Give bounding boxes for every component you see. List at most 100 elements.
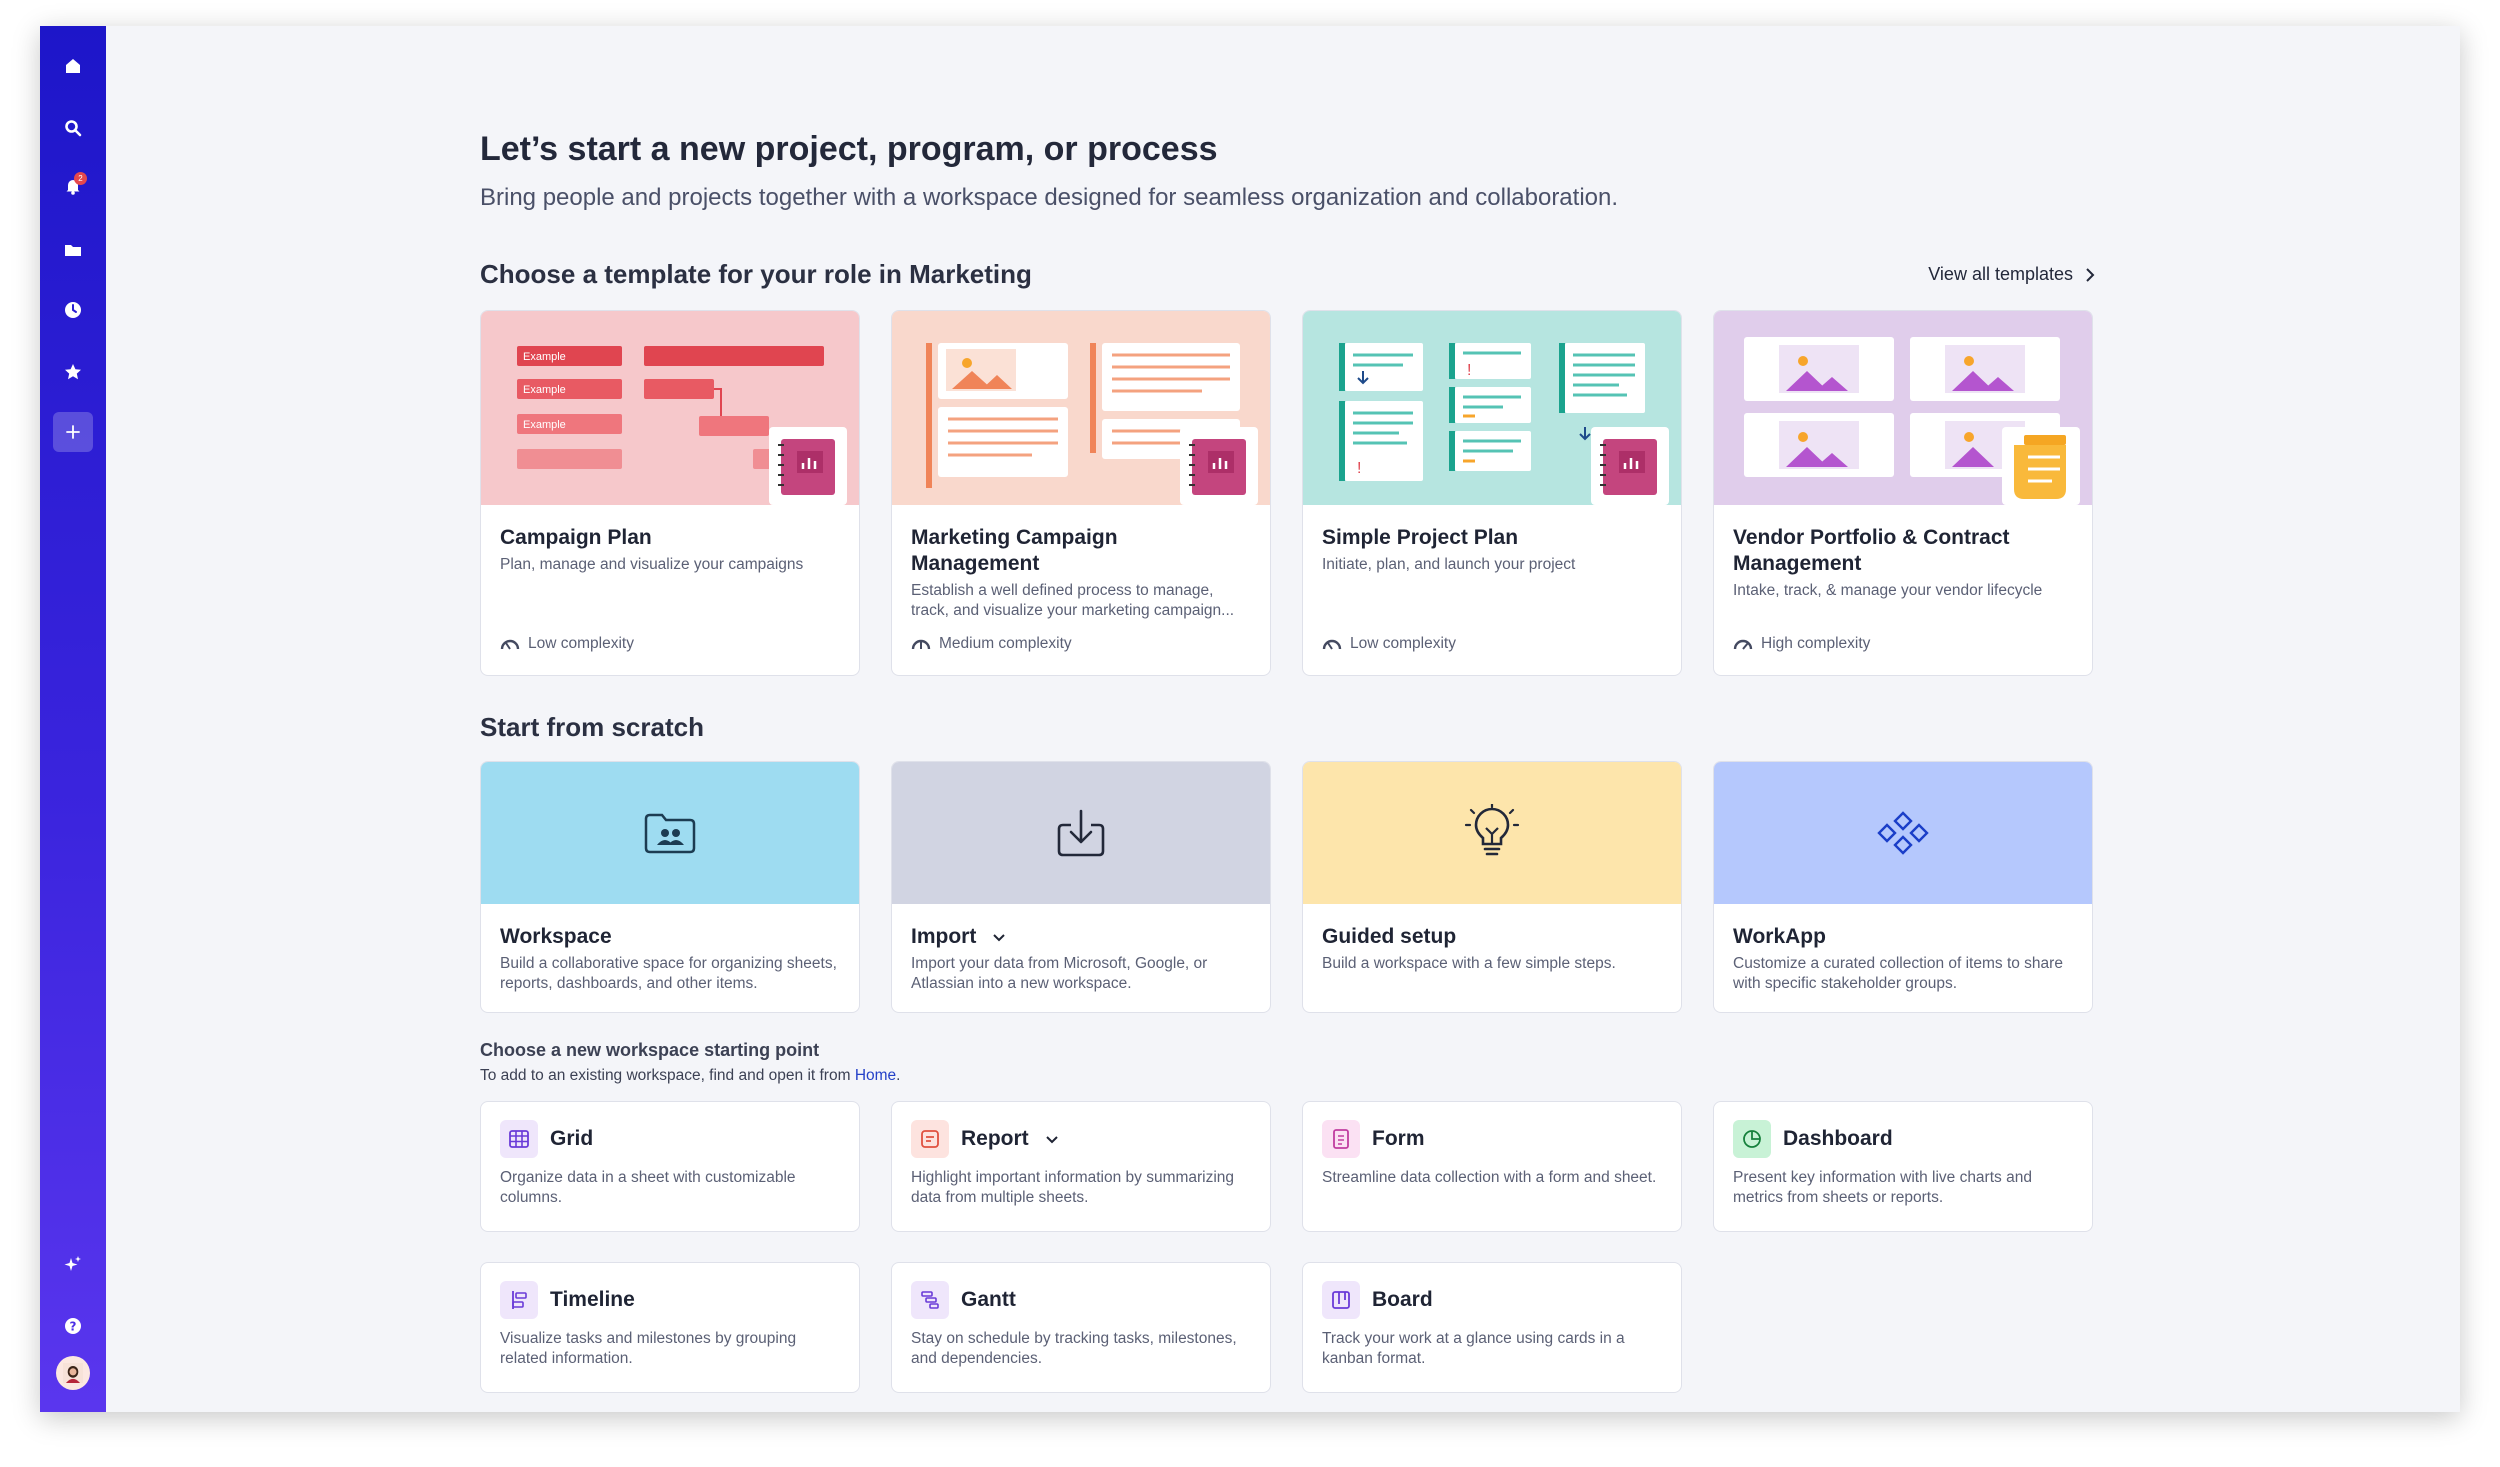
gauge-icon (1733, 639, 1753, 650)
view-all-templates-label: View all templates (1928, 264, 2073, 284)
starting-point-desc: Organize data in a sheet with customizab… (500, 1169, 796, 1206)
marketing-campaign-illustration (892, 311, 1270, 505)
view-all-templates-link[interactable]: View all templates (1928, 264, 2095, 285)
template-desc: Initiate, plan, and launch your project (1322, 556, 1576, 573)
starting-point-grid[interactable]: Grid Organize data in a sheet with custo… (480, 1101, 860, 1232)
notifications-button[interactable]: 2 (57, 170, 89, 202)
starting-point-desc: Visualize tasks and milestones by groupi… (500, 1330, 797, 1367)
template-desc: Establish a well defined process to mana… (911, 582, 1235, 619)
lightbulb-icon (1464, 804, 1520, 856)
template-desc: Intake, track, & manage your vendor life… (1733, 582, 2043, 599)
scratch-desc: Customize a curated collection of items … (1733, 955, 2063, 992)
scratch-card-workspace[interactable]: Workspace Build a collaborative space fo… (480, 761, 860, 1013)
form-icon (1322, 1120, 1360, 1158)
report-label: Report (961, 1127, 1029, 1150)
complexity-label: High complexity (1761, 635, 1871, 652)
avatar[interactable] (56, 1356, 90, 1390)
starting-point-title: Report (961, 1127, 1059, 1151)
complexity-indicator: Medium complexity (911, 635, 1072, 653)
create-button[interactable] (53, 412, 93, 452)
home-icon[interactable] (57, 50, 89, 82)
chevron-right-icon (2086, 267, 2095, 282)
starting-point-desc: Stay on schedule by tracking tasks, mile… (911, 1330, 1237, 1367)
starting-point-subtitle-end: . (896, 1067, 901, 1084)
template-title: Simple Project Plan (1322, 526, 1519, 549)
scratch-card-import[interactable]: Import Import your data from Microsoft, … (891, 761, 1271, 1013)
complexity-indicator: High complexity (1733, 635, 1870, 653)
starting-point-report[interactable]: Report Highlight important information b… (891, 1101, 1271, 1232)
folder-icon[interactable] (57, 234, 89, 266)
starting-point-title: Form (1372, 1127, 1425, 1150)
star-icon[interactable] (57, 356, 89, 388)
svg-text:!: ! (1357, 460, 1361, 477)
svg-text:?: ? (70, 1320, 77, 1334)
scratch-desc: Import your data from Microsoft, Google,… (911, 955, 1208, 992)
starting-point-subtitle: To add to an existing workspace, find an… (480, 1067, 900, 1085)
scratch-card-guided-setup[interactable]: Guided setup Build a workspace with a fe… (1302, 761, 1682, 1013)
templates-section-title: Choose a template for your role in Marke… (480, 259, 1032, 289)
starting-point-title: Board (1372, 1288, 1433, 1311)
template-title: Marketing Campaign Management (911, 526, 1118, 575)
example-label: Example (523, 419, 566, 431)
starting-point-dashboard[interactable]: Dashboard Present key information with l… (1713, 1101, 2093, 1232)
report-icon (911, 1120, 949, 1158)
starting-point-title: Choose a new workspace starting point (480, 1040, 820, 1060)
scratch-title: Workspace (500, 925, 612, 948)
template-title: Vendor Portfolio & Contract Management (1733, 526, 2010, 575)
scratch-desc: Build a workspace with a few simple step… (1322, 955, 1616, 972)
gauge-icon (911, 639, 931, 650)
template-card-marketing-campaign-management[interactable]: Marketing Campaign Management Establish … (891, 310, 1271, 676)
scratch-title: Guided setup (1322, 925, 1457, 948)
example-label: Example (523, 351, 566, 363)
page-subtitle: Bring people and projects together with … (480, 184, 1619, 211)
page-title: Let’s start a new project, program, or p… (480, 130, 1218, 168)
dashboard-icon (1733, 1120, 1771, 1158)
sidebar: 2 ? (40, 26, 106, 1412)
import-download-icon (1057, 809, 1105, 857)
scratch-title: WorkApp (1733, 925, 1826, 948)
grid-icon (500, 1120, 538, 1158)
complexity-indicator: Low complexity (1322, 635, 1456, 653)
scratch-section-title: Start from scratch (480, 712, 704, 742)
example-label: Example (523, 384, 566, 396)
workspace-folder-icon (644, 813, 696, 854)
import-label: Import (911, 925, 977, 948)
scratch-desc: Build a collaborative space for organizi… (500, 955, 837, 992)
complexity-label: Medium complexity (939, 635, 1072, 652)
chevron-down-icon (1045, 1136, 1058, 1144)
starting-point-desc: Track your work at a glance using cards … (1322, 1330, 1625, 1367)
clock-icon[interactable] (57, 294, 89, 326)
chevron-down-icon (993, 934, 1005, 942)
vendor-portfolio-illustration (1714, 311, 2092, 505)
template-card-simple-project-plan[interactable]: ! ! Simple Project Plan Initiate, plan, … (1302, 310, 1682, 676)
starting-point-gantt[interactable]: Gantt Stay on schedule by tracking tasks… (891, 1262, 1271, 1393)
starting-point-form[interactable]: Form Streamline data collection with a f… (1302, 1101, 1682, 1232)
starting-point-desc: Streamline data collection with a form a… (1322, 1169, 1657, 1186)
workapp-icon (1877, 811, 1929, 855)
home-link[interactable]: Home (855, 1067, 896, 1084)
template-title: Campaign Plan (500, 526, 652, 549)
simple-project-illustration: ! ! (1303, 311, 1681, 505)
starting-point-title: Gantt (961, 1288, 1016, 1311)
template-desc: Plan, manage and visualize your campaign… (500, 556, 804, 573)
help-icon[interactable]: ? (57, 1310, 89, 1342)
starting-point-subtitle-text: To add to an existing workspace, find an… (480, 1067, 855, 1084)
app-window: 2 ? Let’s start a new project, program, … (40, 26, 2460, 1412)
starting-point-title: Timeline (550, 1288, 635, 1311)
gauge-icon (500, 639, 520, 650)
starting-point-title: Grid (550, 1127, 594, 1150)
starting-point-timeline[interactable]: Timeline Visualize tasks and milestones … (480, 1262, 860, 1393)
template-card-vendor-portfolio[interactable]: Vendor Portfolio & Contract Management I… (1713, 310, 2093, 676)
gantt-icon (911, 1281, 949, 1319)
search-icon[interactable] (57, 112, 89, 144)
gauge-icon (1322, 639, 1342, 650)
template-card-campaign-plan[interactable]: Example Example Example Campaign Plan Pl… (480, 310, 860, 676)
user-avatar-icon (63, 1363, 83, 1383)
sparkle-icon[interactable] (57, 1248, 89, 1280)
scratch-card-workapp[interactable]: WorkApp Customize a curated collection o… (1713, 761, 2093, 1013)
starting-point-title: Dashboard (1783, 1127, 1893, 1150)
plus-icon (66, 425, 80, 439)
complexity-label: Low complexity (528, 635, 634, 652)
board-icon (1322, 1281, 1360, 1319)
starting-point-board[interactable]: Board Track your work at a glance using … (1302, 1262, 1682, 1393)
